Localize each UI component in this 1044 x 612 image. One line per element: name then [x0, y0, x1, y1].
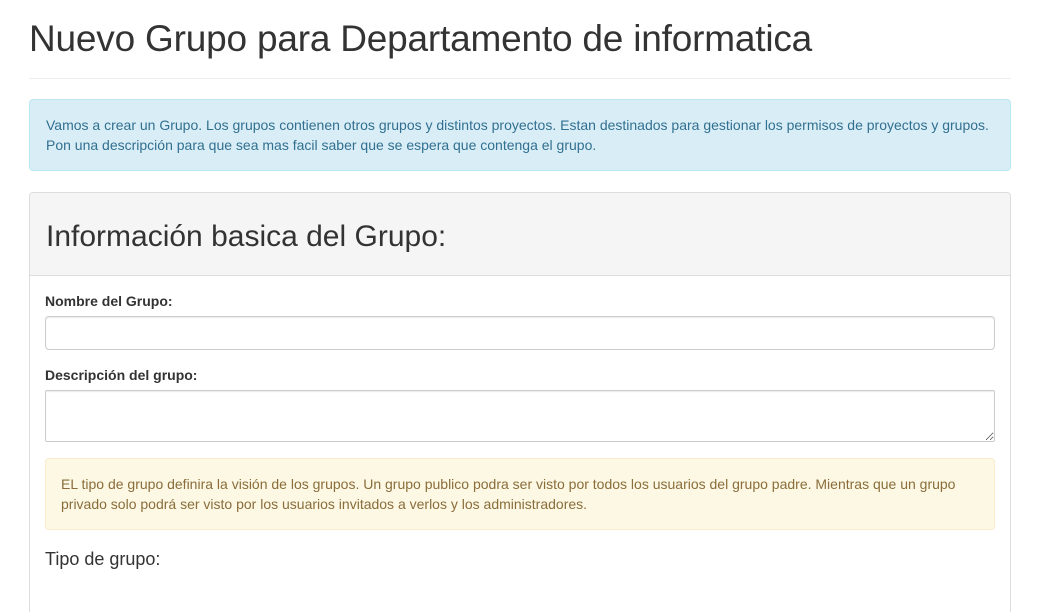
title-divider [29, 78, 1011, 79]
page-title: Nuevo Grupo para Departamento de informa… [29, 18, 813, 59]
warning-alert-text: EL tipo de grupo definira la visión de l… [61, 476, 956, 512]
page-container: Nuevo Grupo para Departamento de informa… [29, 0, 1011, 612]
panel-title: Información basica del Grupo: [46, 220, 447, 253]
group-type-label: Tipo de grupo: [45, 549, 161, 569]
panel-heading: Información basica del Grupo: [30, 193, 1010, 276]
panel-body: Nombre del Grupo: Descripción del grupo:… [30, 276, 1010, 570]
group-name-label: Nombre del Grupo: [45, 293, 173, 309]
group-description-textarea[interactable] [45, 390, 995, 442]
group-description-label: Descripción del grupo: [45, 367, 198, 383]
info-alert-text: Vamos a crear un Grupo. Los grupos conti… [46, 117, 989, 153]
group-info-panel: Información basica del Grupo: Nombre del… [29, 192, 1011, 612]
group-name-input[interactable] [45, 316, 995, 350]
group-type-warning-alert: EL tipo de grupo definira la visión de l… [45, 458, 995, 530]
info-alert: Vamos a crear un Grupo. Los grupos conti… [29, 99, 1011, 171]
